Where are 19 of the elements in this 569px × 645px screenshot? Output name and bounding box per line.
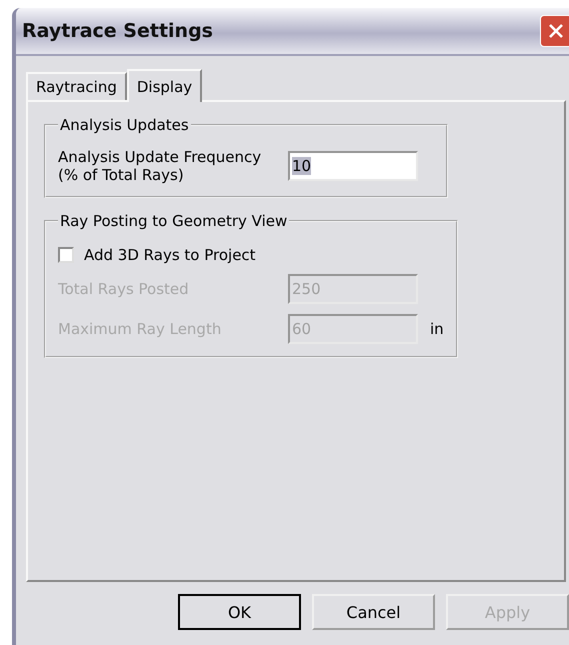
field-value: 250 — [292, 280, 321, 298]
close-button[interactable] — [540, 15, 569, 47]
field-label: Maximum Ray Length — [58, 320, 222, 338]
unit-label: in — [430, 320, 444, 338]
window-title: Raytrace Settings — [22, 20, 213, 42]
field-label: Total Rays Posted — [58, 280, 190, 298]
field-label: Analysis Update Frequency (% of Total Rays) — [58, 148, 262, 184]
group-title: Analysis Updates — [59, 116, 190, 134]
dialog-button[interactable]: OK — [178, 594, 301, 630]
checkbox[interactable] — [58, 247, 74, 263]
field-value: 60 — [292, 320, 312, 338]
tab[interactable]: Display — [126, 69, 202, 102]
dialog-button[interactable]: Cancel — [312, 594, 435, 630]
input-field[interactable]: 10 — [288, 151, 418, 181]
tab[interactable]: Raytracing — [26, 72, 127, 100]
close-icon — [547, 22, 565, 40]
group-title: Ray Posting to Geometry View — [59, 212, 288, 230]
checkbox-label: Add 3D Rays to Project — [84, 246, 256, 264]
field-value: 10 — [292, 157, 312, 175]
